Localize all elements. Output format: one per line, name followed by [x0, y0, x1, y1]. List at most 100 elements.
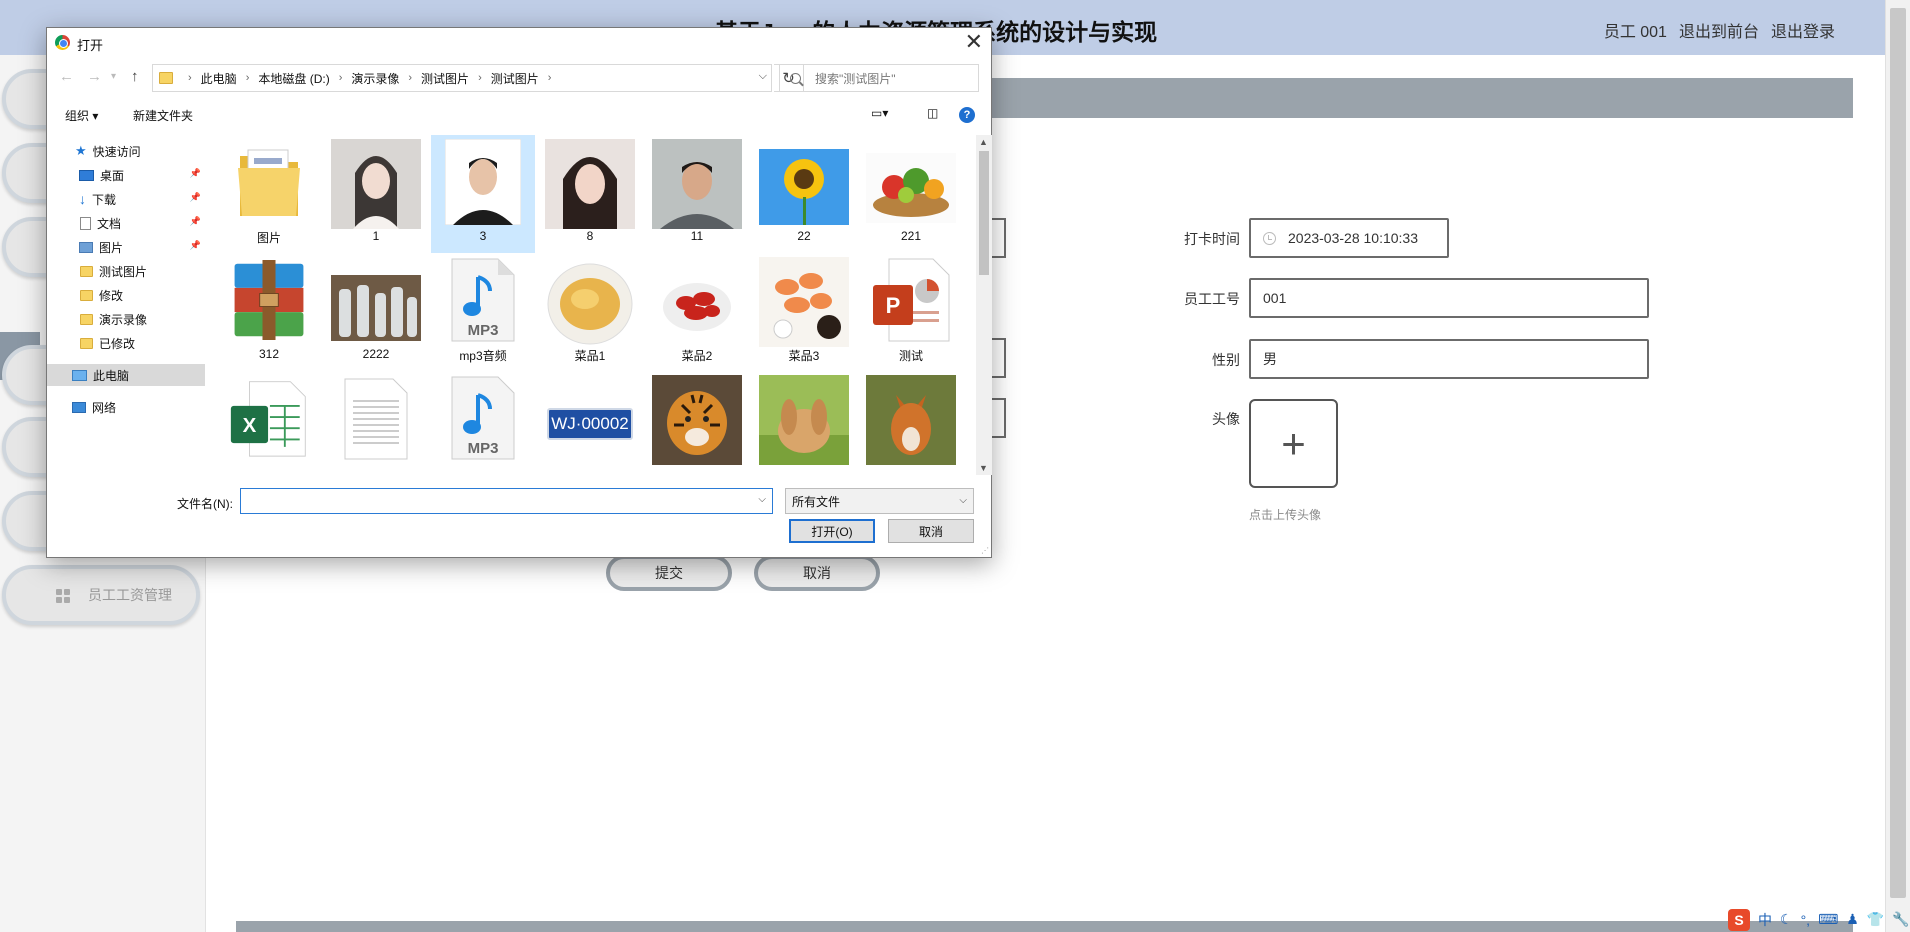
file-item[interactable]: 312 [217, 253, 321, 371]
search-input[interactable]: 搜索"测试图片" [779, 64, 979, 92]
logout-link[interactable]: 退出登录 [1771, 18, 1835, 42]
file-item[interactable]: X [217, 371, 321, 479]
chevron-down-icon[interactable]: ⌵ [758, 494, 766, 505]
forward-arrow-icon[interactable]: → [87, 68, 102, 85]
chevron-down-icon[interactable]: ⌵ [759, 70, 767, 83]
dialog-titlebar[interactable]: 打开 ✕ [47, 28, 991, 58]
nav-folder-test-images[interactable]: 测试图片 [47, 260, 205, 282]
nav-network[interactable]: 网络 [47, 396, 205, 418]
nav-pictures[interactable]: 图片 📌 [47, 236, 205, 258]
avatar-upload-button[interactable]: + [1249, 399, 1338, 488]
pin-icon: 📌 [189, 216, 201, 226]
file-item[interactable]: 菜品3 [752, 253, 856, 371]
gender-label: 性别 [1212, 352, 1240, 368]
skin-icon[interactable]: ♟ [1846, 911, 1859, 928]
employee-no-field[interactable]: 001 [1249, 278, 1649, 318]
system-tray: S 中 ☾ °, ⌨ ♟ 👕 🔧 [1728, 907, 1910, 932]
submit-button[interactable]: 提交 [606, 555, 732, 591]
nav-folder-modify[interactable]: 修改 [47, 284, 205, 306]
file-open-dialog: 打开 ✕ ← → ▾ ↑ › 此电脑 › 本地磁盘 (D:) › 演示录像 › 测试图片… [46, 27, 992, 558]
file-item[interactable] [859, 371, 963, 479]
file-list: 图片 1 3 8 11 22 221 312 2222 MP3 mp3音频 菜品… [212, 135, 1022, 479]
keyboard-icon[interactable]: ⌨ [1818, 911, 1838, 928]
punctuation-icon[interactable]: °, [1801, 912, 1811, 928]
clock-icon [1263, 231, 1276, 245]
dialog-toolbar: 组织 ▾ 新建文件夹 ▭▾ ◫ [47, 99, 991, 129]
nav-folder-modified[interactable]: 已修改 [47, 332, 205, 354]
scroll-up-icon[interactable]: ▲ [979, 137, 988, 147]
clock-time-value: 2023-03-28 10:10:33 [1288, 230, 1418, 246]
gender-field[interactable]: 男 [1249, 339, 1649, 379]
file-item-selected[interactable]: 3 [431, 135, 535, 253]
file-item[interactable]: MP3 mp3音频 [431, 253, 535, 371]
file-item[interactable]: WJ·00002 [538, 371, 642, 479]
photo-woman2-thumbnail [545, 139, 635, 229]
file-item[interactable] [752, 371, 856, 479]
file-item[interactable]: 菜品2 [645, 253, 749, 371]
wrench-icon[interactable]: 🔧 [1892, 911, 1909, 928]
employee-no-label: 员工工号 [1184, 291, 1240, 307]
organize-button[interactable]: 组织 ▾ [65, 107, 98, 124]
file-item[interactable]: 221 [859, 135, 963, 253]
cancel-button[interactable]: 取消 [754, 555, 880, 591]
close-icon[interactable]: ✕ [965, 30, 983, 54]
file-item[interactable] [324, 371, 428, 479]
new-folder-button[interactable]: 新建文件夹 [133, 107, 193, 124]
up-arrow-icon[interactable]: ↑ [131, 68, 139, 85]
preview-pane-icon[interactable]: ◫ [927, 106, 938, 120]
nav-documents[interactable]: 文档 📌 [47, 212, 205, 234]
dish-chicken-thumbnail [545, 257, 635, 347]
ime-mode[interactable]: 中 [1758, 910, 1772, 930]
pc-icon [72, 369, 87, 381]
address-bar[interactable]: › 此电脑 › 本地磁盘 (D:) › 演示录像 › 测试图片 › 测试图片 › ⌵ [152, 64, 772, 92]
plate-text: WJ·00002 [547, 408, 633, 440]
view-mode-icon[interactable]: ▭▾ [871, 106, 888, 120]
file-list-scrollbar[interactable]: ▲ ▼ [976, 135, 992, 475]
breadcrumb-item[interactable]: 演示录像 [351, 70, 399, 87]
file-item[interactable] [645, 371, 749, 479]
back-to-frontend-link[interactable]: 退出到前台 [1679, 18, 1759, 42]
file-type-select[interactable]: 所有文件 ⌵ [785, 488, 974, 514]
file-item[interactable]: 11 [645, 135, 749, 253]
file-item[interactable]: 8 [538, 135, 642, 253]
breadcrumb-item[interactable]: 本地磁盘 (D:) [258, 70, 329, 87]
nav-folder-recordings[interactable]: 演示录像 [47, 308, 205, 330]
file-item[interactable]: 2222 [324, 253, 428, 371]
shirt-icon[interactable]: 👕 [1867, 911, 1884, 928]
scroll-thumb[interactable] [979, 151, 989, 275]
open-button[interactable]: 打开(O) [789, 519, 875, 543]
file-item[interactable]: P 测试 [859, 253, 963, 371]
nav-quick-access[interactable]: ★ 快速访问 [47, 140, 205, 162]
current-user-link[interactable]: 员工 001 [1604, 18, 1667, 42]
file-item[interactable]: 图片 [217, 135, 321, 253]
folder-icon [80, 265, 93, 277]
file-item[interactable]: MP3 [431, 371, 535, 479]
file-item[interactable]: 1 [324, 135, 428, 253]
sunflower-thumbnail [759, 149, 849, 225]
recent-chevron-icon[interactable]: ▾ [111, 71, 116, 82]
breadcrumb-item[interactable]: 测试图片 [491, 70, 539, 87]
page-scrollbar[interactable] [1885, 0, 1910, 932]
help-icon[interactable]: ? [959, 107, 975, 123]
nav-desktop[interactable]: 桌面 📌 [47, 164, 205, 186]
sogou-ime-icon[interactable]: S [1728, 908, 1750, 931]
filename-label: 文件名(N): [177, 497, 233, 511]
file-item[interactable]: 菜品1 [538, 253, 642, 371]
breadcrumb-item[interactable]: 此电脑 [201, 70, 237, 87]
nav-this-pc[interactable]: 此电脑 [47, 364, 205, 386]
scroll-down-icon[interactable]: ▼ [979, 463, 988, 473]
sidebar-item-label: 员工工资管理 [88, 587, 172, 603]
resize-grip-icon[interactable]: ⋰ [981, 546, 989, 555]
nav-downloads[interactable]: ↓ 下载 📌 [47, 188, 205, 210]
dialog-cancel-button[interactable]: 取消 [888, 519, 974, 543]
svg-text:X: X [243, 414, 257, 437]
photo-man2-thumbnail [652, 139, 742, 229]
excel-file-icon: X [229, 375, 309, 461]
back-arrow-icon[interactable]: ← [59, 68, 74, 85]
filename-input[interactable]: ⌵ [240, 488, 773, 514]
moon-icon[interactable]: ☾ [1780, 911, 1793, 928]
breadcrumb-item[interactable]: 测试图片 [421, 70, 469, 87]
file-item[interactable]: 22 [752, 135, 856, 253]
clock-time-field[interactable]: 2023-03-28 10:10:33 [1249, 218, 1449, 258]
sidebar-item-salary[interactable]: 员工工资管理 [2, 565, 200, 625]
